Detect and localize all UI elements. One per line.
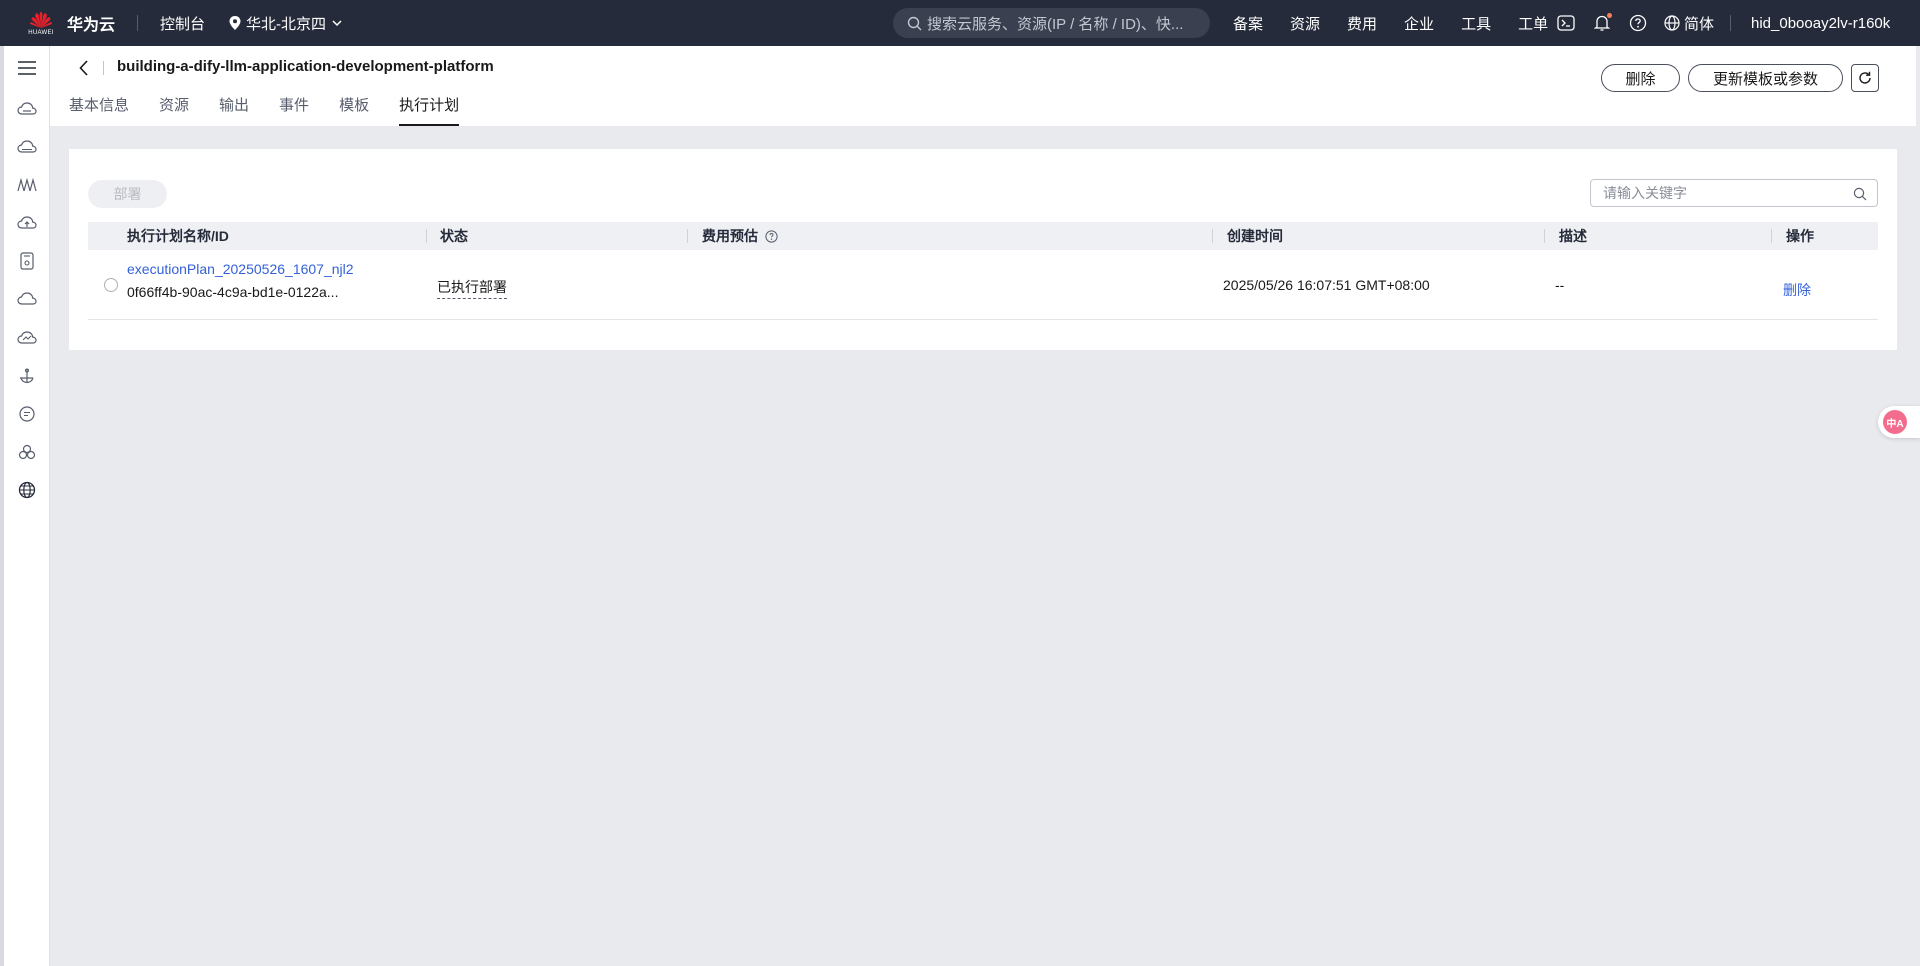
language-selector[interactable]: 简体 xyxy=(1664,13,1714,34)
location-pin-icon xyxy=(229,16,241,30)
username: hid_0booay2lv-r160k xyxy=(1751,14,1891,32)
refresh-icon xyxy=(1859,71,1871,84)
nav-link-billing[interactable]: 费用 xyxy=(1347,13,1377,34)
globe-icon[interactable] xyxy=(4,476,50,504)
region-selector[interactable]: 华北-北京四 xyxy=(229,13,342,34)
cloud-upload-icon[interactable] xyxy=(4,209,50,237)
delete-stack-button[interactable]: 删除 xyxy=(1601,64,1680,92)
execution-plan-id: 0f66ff4b-90ac-4c9a-bd1e-0122a... xyxy=(127,284,339,300)
cloud-icon[interactable] xyxy=(4,285,50,313)
tab-outputs[interactable]: 输出 xyxy=(219,96,249,126)
chevron-down-icon xyxy=(332,19,342,26)
cloud-network-icon[interactable] xyxy=(4,324,50,352)
cloud-shell-icon[interactable] xyxy=(1556,13,1576,33)
language-label: 简体 xyxy=(1684,15,1715,33)
brand-small-text: HUAWEI xyxy=(28,29,54,36)
tab-execution-plans[interactable]: 执行计划 xyxy=(399,96,460,126)
back-button[interactable] xyxy=(74,58,94,78)
message-icon[interactable] xyxy=(4,400,50,428)
keyword-search-placeholder: 请输入关键字 xyxy=(1603,185,1687,201)
created-time: 2025/05/26 16:07:51 GMT+08:00 xyxy=(1223,277,1430,293)
divider xyxy=(137,15,139,31)
divider xyxy=(103,61,104,75)
tab-basic-info[interactable]: 基本信息 xyxy=(69,96,129,126)
divider xyxy=(1730,15,1731,31)
column-header-description: 描述 xyxy=(1559,228,1587,244)
row-radio-button[interactable] xyxy=(104,278,118,292)
search-placeholder: 搜索云服务、资源(IP / 名称 / ID)、快... xyxy=(927,15,1184,33)
column-divider xyxy=(1544,229,1545,243)
execution-plan-name-link[interactable]: executionPlan_20250526_1607_njl2 xyxy=(127,261,354,277)
delete-plan-link[interactable]: 删除 xyxy=(1783,280,1811,300)
globe-icon xyxy=(1664,15,1680,31)
column-header-name: 执行计划名称/ID xyxy=(127,228,229,244)
tab-events[interactable]: 事件 xyxy=(279,96,309,126)
page-header: building-a-dify-llm-application-developm… xyxy=(50,46,1916,126)
cloud-storage-icon[interactable] xyxy=(4,133,50,161)
brand-name: 华为云 xyxy=(67,17,116,34)
page-title: building-a-dify-llm-application-developm… xyxy=(117,58,494,75)
column-header-status: 状态 xyxy=(440,228,468,244)
storage-device-icon[interactable] xyxy=(4,247,50,275)
nav-link-tickets[interactable]: 工单 xyxy=(1518,13,1548,34)
table-row: executionPlan_20250526_1607_njl2 0f66ff4… xyxy=(88,250,1878,320)
console-link[interactable]: 控制台 xyxy=(160,13,205,34)
deploy-button[interactable]: 部署 xyxy=(88,180,167,208)
column-header-cost: 费用预估 xyxy=(702,222,778,250)
column-divider xyxy=(687,229,688,243)
keyword-search-input[interactable]: 请输入关键字 xyxy=(1590,179,1878,207)
top-nav-links: 备案 资源 费用 企业 工具 工单 xyxy=(1233,0,1575,46)
execution-plan-card: 部署 请输入关键字 执行计划名称/ID 状态 费用预估 创建时间 描述 操作 e… xyxy=(69,149,1897,350)
anchor-icon[interactable] xyxy=(4,362,50,390)
huawei-cloud-logo[interactable]: HUAWEI 华为云 xyxy=(27,0,115,46)
question-circle-icon[interactable] xyxy=(765,229,778,243)
user-account-menu[interactable]: hid_0booay2lv-r160k xyxy=(1730,0,1890,46)
region-label: 华北-北京四 xyxy=(246,15,327,33)
notification-dot xyxy=(1607,13,1612,18)
cluster-icon[interactable] xyxy=(4,438,50,466)
status-text[interactable]: 已执行部署 xyxy=(437,277,507,299)
nav-link-resources[interactable]: 资源 xyxy=(1290,13,1320,34)
search-icon xyxy=(1853,187,1867,201)
description-text: -- xyxy=(1555,277,1565,293)
column-header-cost-label: 费用预估 xyxy=(702,228,758,244)
top-navigation-bar: HUAWEI 华为云 控制台 华北-北京四 搜索云服务、资源(IP / 名称 /… xyxy=(0,0,1920,46)
column-header-actions: 操作 xyxy=(1786,228,1814,244)
column-divider xyxy=(1212,229,1213,243)
service-sidebar xyxy=(4,46,50,966)
tab-bar: 基本信息 资源 输出 事件 模板 执行计划 xyxy=(69,96,489,126)
model-arts-icon[interactable] xyxy=(4,171,50,199)
refresh-button[interactable] xyxy=(1851,64,1879,92)
nav-link-tools[interactable]: 工具 xyxy=(1461,13,1491,34)
menu-icon[interactable] xyxy=(4,54,50,82)
huawei-logo-icon: HUAWEI xyxy=(27,11,55,36)
tab-resources[interactable]: 资源 xyxy=(159,96,189,126)
tab-template[interactable]: 模板 xyxy=(339,96,369,126)
column-header-created: 创建时间 xyxy=(1227,228,1283,244)
column-divider xyxy=(1771,229,1772,243)
cloud-server-icon[interactable] xyxy=(4,95,50,123)
top-icons: 简体 xyxy=(1556,0,1714,46)
nav-link-enterprise[interactable]: 企业 xyxy=(1404,13,1434,34)
global-search-input[interactable]: 搜索云服务、资源(IP / 名称 / ID)、快... xyxy=(893,8,1210,38)
column-divider xyxy=(426,229,427,243)
nav-link-filing[interactable]: 备案 xyxy=(1233,13,1263,34)
translate-widget[interactable]: 中A xyxy=(1878,406,1920,438)
help-icon[interactable] xyxy=(1628,13,1648,33)
search-icon xyxy=(907,16,922,30)
translate-icon: 中A xyxy=(1883,410,1907,434)
update-template-button[interactable]: 更新模板或参数 xyxy=(1688,64,1843,92)
table-header: 执行计划名称/ID 状态 费用预估 创建时间 描述 操作 xyxy=(88,222,1878,250)
chevron-left-icon xyxy=(79,60,88,76)
bell-icon[interactable] xyxy=(1592,13,1612,33)
